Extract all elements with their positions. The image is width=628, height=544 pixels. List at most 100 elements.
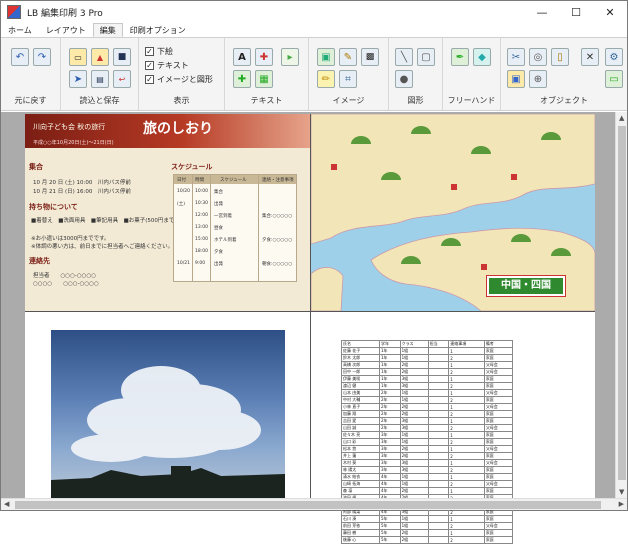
vertical-scrollbar[interactable]: ▲ ▼ [615, 112, 627, 498]
copy-button[interactable]: ◎ [529, 48, 547, 66]
export-button[interactable]: ↩ [113, 70, 131, 88]
table-cell: 家庭 [483, 487, 514, 495]
table-cell: 2組 [399, 403, 429, 411]
text-copy-button[interactable]: ▦ [255, 70, 273, 88]
table-header-row: 氏名 学年 クラス 担当 連絡事項 備考 [340, 340, 514, 348]
table-cell: 2 [448, 466, 485, 474]
schedule-cell: 15:00 [195, 237, 208, 242]
send-button[interactable]: ➤ [69, 70, 87, 88]
save-button[interactable]: ■ [113, 48, 131, 66]
scroll-down-icon[interactable]: ▼ [619, 488, 624, 496]
map-panel[interactable]: 中国・四国 [311, 114, 595, 311]
redo-button[interactable]: ↷ [33, 48, 51, 66]
underlay-checkbox[interactable]: ✓ 下絵 [145, 46, 173, 57]
rectangle-shape-button[interactable]: ▢ [417, 48, 435, 66]
object-zoom-button[interactable]: ⊕ [529, 70, 547, 88]
delete-button[interactable]: ✕ [581, 48, 599, 66]
arrow-right-icon: ➤ [73, 73, 83, 85]
table-cell: 1年 [379, 382, 401, 390]
table-row: 林 陽太 3年 3組 2 家庭 [340, 466, 514, 474]
castle-icon [511, 174, 517, 180]
tab-home[interactable]: ホーム [1, 23, 39, 37]
table-cell [427, 473, 450, 481]
text-group: A ✚ ▸ ✚ ▦ テキスト [225, 38, 309, 110]
minimize-button[interactable]: — [525, 1, 559, 23]
image-edit-icon: ✎ [343, 51, 353, 63]
table-cell: 氏名 [340, 340, 381, 348]
crop-icon: ⌗ [345, 73, 351, 85]
editing-canvas[interactable]: 川向子ども会 秋の旅行 旅のしおり 平成○○年10月20日(土)～21日(日) … [1, 112, 627, 544]
schedule-cell: 13:00 [195, 225, 208, 230]
table-row: 伊藤 美咲 1年 3組 1 家庭 [340, 375, 514, 383]
table-row: 藤田 樹 5年 2組 1 家庭 [340, 529, 514, 537]
text-insert-button[interactable]: ▸ [281, 48, 299, 66]
edit-image-button[interactable]: ✎ [339, 48, 357, 66]
undo-button[interactable]: ↶ [11, 48, 29, 66]
photo-panel[interactable] [25, 312, 310, 498]
pencil-icon: ✏ [321, 73, 331, 85]
table-cell: 家庭 [483, 431, 514, 439]
vertical-scroll-thumb[interactable] [618, 126, 626, 480]
open-file-button[interactable]: ▭ [69, 48, 87, 66]
roster-panel[interactable]: 氏名 学年 クラス 担当 連絡事項 備考 佐藤 花子 1年 1組 1 家庭 鈴木 太郎 1年 1組 2 家庭高… [311, 312, 595, 544]
text-checkbox[interactable]: ✓ テキスト [145, 60, 189, 71]
table-cell [427, 536, 450, 544]
insert-image-button[interactable]: ▣ [317, 48, 335, 66]
table-cell: 前田 芽依 [340, 522, 381, 530]
folder-import-icon: ▲ [96, 52, 104, 62]
table-cell: 石川 湊 [340, 515, 381, 523]
table-cell [427, 438, 450, 446]
maximize-button[interactable]: ☐ [559, 1, 593, 23]
table-cell: 2 [448, 368, 485, 376]
qr-code-button[interactable]: ▩ [361, 48, 379, 66]
object-group-button[interactable]: ▣ [507, 70, 525, 88]
schedule-header-cell: 連絡・注意事項 [262, 178, 294, 183]
freehand-pen-button[interactable]: ✒ [451, 48, 469, 66]
table-cell: 1組 [399, 480, 429, 488]
table-cell [427, 452, 450, 460]
table-row: 後藤 心 5年 2組 2 家庭 [340, 536, 514, 544]
horizontal-scrollbar[interactable]: ◀ ▶ [1, 498, 627, 510]
line-shape-button[interactable]: ╲ [395, 48, 413, 66]
paste-button[interactable]: ▯ [551, 48, 569, 66]
object-frame-button[interactable]: ▭ [605, 70, 623, 88]
table-cell: 1組 [399, 515, 429, 523]
eraser-button[interactable]: ◆ [473, 48, 491, 66]
travel-guide-panel[interactable]: 川向子ども会 秋の旅行 旅のしおり 平成○○年10月20日(土)～21日(日) … [25, 114, 310, 311]
scroll-right-icon[interactable]: ▶ [619, 500, 624, 508]
horizontal-scroll-thumb[interactable] [15, 501, 601, 509]
close-button[interactable]: ✕ [593, 1, 627, 23]
table-row: 前田 芽依 5年 1組 2 父母会 [340, 522, 514, 530]
undo-icon: ↶ [15, 51, 25, 63]
ellipse-shape-button[interactable]: ● [395, 70, 413, 88]
text-add-button[interactable]: ✚ [233, 70, 251, 88]
undo-group-label: 元に戻す [14, 96, 47, 105]
table-cell [427, 382, 450, 390]
add-text-button[interactable]: A [233, 48, 251, 66]
scroll-left-icon[interactable]: ◀ [4, 500, 9, 508]
table-cell: 備考 [483, 340, 514, 348]
table-cell [427, 424, 450, 432]
text-edit-button[interactable]: ✚ [255, 48, 273, 66]
table-cell: 小林 直子 [340, 403, 381, 411]
image-shape-checkbox[interactable]: ✓ イメージと図形 [145, 74, 213, 85]
table-cell: 佐々木 亮 [340, 431, 381, 439]
printer-icon: ▤ [96, 74, 104, 84]
text-add-icon: ✚ [237, 73, 247, 85]
image-draw-button[interactable]: ✏ [317, 70, 335, 88]
table-cell: 林 陽太 [340, 466, 381, 474]
object-settings-button[interactable]: ⚙ [605, 48, 623, 66]
tab-layout[interactable]: レイアウト [39, 23, 93, 37]
tab-print-options[interactable]: 印刷オプション [123, 23, 193, 37]
cut-button[interactable]: ✂ [507, 48, 525, 66]
image-crop-button[interactable]: ⌗ [339, 70, 357, 88]
scroll-up-icon[interactable]: ▲ [619, 114, 624, 122]
print-button[interactable]: ▤ [91, 70, 109, 88]
redo-icon: ↷ [37, 51, 47, 63]
import-file-button[interactable]: ▲ [91, 48, 109, 66]
undo-group: ↶ ↷ 元に戻す [1, 38, 61, 110]
print-page[interactable]: 川向子ども会 秋の旅行 旅のしおり 平成○○年10月20日(土)～21日(日) … [25, 114, 595, 544]
table-cell: 2 [448, 354, 485, 362]
tab-edit[interactable]: 編集 [92, 23, 123, 37]
table-cell: 3年 [379, 431, 401, 439]
